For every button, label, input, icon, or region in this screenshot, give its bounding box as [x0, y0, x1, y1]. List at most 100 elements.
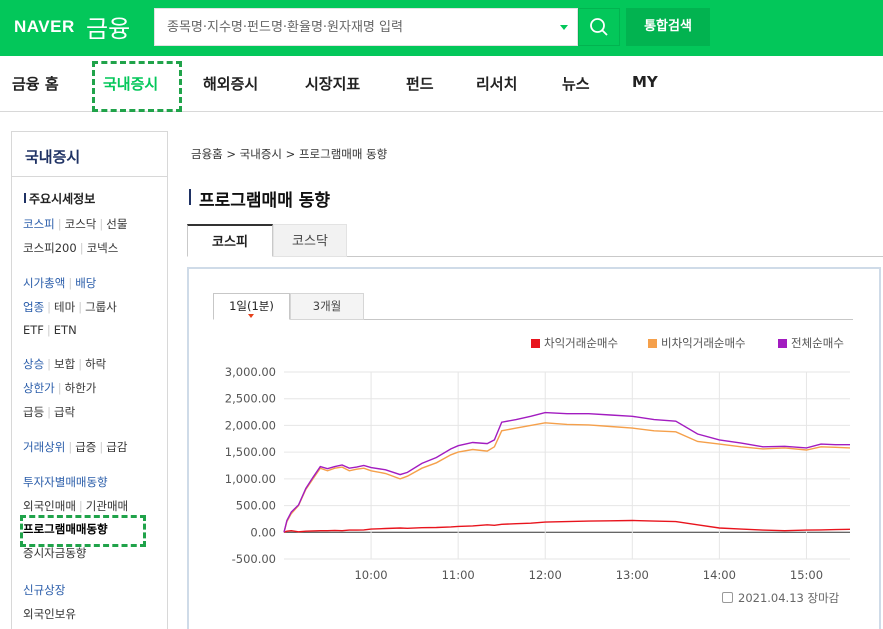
legend-swatch [778, 339, 787, 348]
sidebar-item-link[interactable]: ETF [23, 323, 44, 337]
sidebar-highlight-box [20, 515, 146, 547]
separator: | [47, 300, 52, 314]
sidebar-item-link[interactable]: 급증 [75, 440, 96, 454]
separator: | [99, 217, 104, 231]
naver-logo[interactable]: NAVER [14, 17, 75, 37]
sidebar-item-link[interactable]: 업종 [23, 300, 44, 314]
nav-overseas-stock[interactable]: 해외증시 [203, 73, 258, 94]
sidebar-item-link[interactable]: 선물 [106, 217, 127, 231]
sidebar-row: ETF | ETN [23, 323, 77, 337]
sidebar-item-link[interactable]: 시가총액 [23, 276, 65, 290]
y-tick-label: 1,000.00 [225, 472, 276, 486]
tab-kospi[interactable]: 코스피 [187, 224, 273, 257]
separator: | [78, 300, 83, 314]
sidebar-item-link[interactable]: 상승 [23, 357, 44, 371]
sidebar-row: 신규상장 [23, 582, 65, 598]
sidebar-item-link[interactable]: 신규상장 [23, 583, 65, 597]
legend-total: 전체순매수 [778, 335, 844, 351]
y-tick-label: 0.00 [250, 525, 276, 539]
sidebar-item-link[interactable]: 급등 [23, 405, 44, 419]
sidebar-row: 급등 | 급락 [23, 404, 75, 420]
sidebar-row: 거래상위 | 급증 | 급감 [23, 439, 127, 455]
sidebar-item-link[interactable]: 테마 [54, 300, 75, 314]
sidebar-row: 코스피 | 코스닥 | 선물 [23, 216, 127, 232]
sidebar-item-link[interactable]: 그룹사 [85, 300, 117, 314]
sidebar-item-link[interactable]: 하한가 [65, 381, 97, 395]
sidebar-item-link[interactable]: 코스닥 [65, 217, 97, 231]
separator: | [79, 241, 84, 255]
nav-finance-home[interactable]: 금융 홈 [12, 73, 59, 94]
legend-arbitrage: 차익거래순매수 [531, 335, 618, 351]
search-button[interactable] [578, 8, 620, 46]
sidebar-item-link[interactable]: 배당 [75, 276, 96, 290]
nav-my[interactable]: MY [632, 73, 658, 91]
separator: | [78, 499, 83, 513]
y-tick-label: 2,000.00 [225, 418, 276, 432]
clock-icon [722, 592, 733, 603]
sidebar-item-link[interactable]: 기관매매 [86, 499, 128, 513]
separator: | [47, 405, 52, 419]
legend-label: 전체순매수 [791, 336, 844, 350]
sidebar-item-link[interactable]: 외국인보유 [23, 607, 76, 621]
integrated-search-button[interactable]: 통합검색 [626, 8, 710, 46]
tab-period-3month[interactable]: 3개월 [290, 293, 364, 320]
x-tick-label: 13:00 [616, 568, 649, 582]
separator: | [99, 440, 104, 454]
page-title: 프로그램매매 동향 [199, 191, 331, 211]
breadcrumb: 금융홈 > 국내증시 > 프로그램매매 동향 [191, 147, 388, 161]
sidebar-row: 외국인매매 | 기관매매 [23, 498, 128, 514]
sidebar-item-link[interactable]: 증시자금동향 [23, 546, 86, 560]
sidebar-item-link[interactable]: 급락 [54, 405, 75, 419]
finance-logo[interactable]: 금융 [86, 9, 130, 44]
legend-label: 차익거래순매수 [544, 336, 619, 350]
y-tick-label: 3,000.00 [225, 365, 276, 379]
timestamp-text: 2021.04.13 장마감 [738, 591, 840, 605]
tab-kosdaq[interactable]: 코스닥 [273, 224, 347, 257]
nav-news[interactable]: 뉴스 [562, 73, 590, 94]
sidebar-item-link[interactable]: 상한가 [23, 381, 55, 395]
sidebar-row: 상한가 | 하한가 [23, 380, 96, 396]
sidebar-item-link[interactable]: 보합 [54, 357, 75, 371]
legend-swatch [531, 339, 540, 348]
nav-market-index[interactable]: 시장지표 [305, 73, 360, 94]
update-timestamp: 2021.04.13 장마감 [722, 590, 839, 606]
x-tick-label: 12:00 [529, 568, 562, 582]
sidebar-item-link[interactable]: 코스피200 [23, 241, 77, 255]
sidebar-item-link[interactable]: 외국인매매 [23, 499, 76, 513]
separator: | [57, 381, 62, 395]
x-tick-label: 15:00 [790, 568, 823, 582]
sidebar-row: 투자자별매매동향 [23, 474, 108, 490]
y-tick-label: 500.00 [236, 499, 276, 513]
sidebar-item-link[interactable]: 코넥스 [87, 241, 119, 255]
sidebar-item-link[interactable]: 투자자별매매동향 [23, 475, 108, 489]
chevron-down-icon[interactable] [560, 25, 568, 30]
sidebar-item-link[interactable]: 급감 [106, 440, 127, 454]
legend-non-arbitrage: 비차익거래순매수 [648, 335, 746, 351]
y-tick-label: 2,500.00 [225, 392, 276, 406]
sidebar-row: 코스피200 | 코넥스 [23, 240, 118, 256]
y-tick-label: -500.00 [232, 552, 276, 566]
search-input[interactable] [155, 9, 550, 45]
sidebar-item-link[interactable]: ETN [54, 323, 77, 337]
nav-fund[interactable]: 펀드 [406, 73, 434, 94]
separator: | [46, 323, 51, 337]
sidebar-item-link[interactable]: 하락 [85, 357, 106, 371]
sidebar-item-link[interactable]: 거래상위 [23, 440, 65, 454]
x-tick-label: 14:00 [703, 568, 736, 582]
header: NAVER 금융 통합검색 [0, 0, 883, 56]
nav-research[interactable]: 리서치 [476, 73, 517, 94]
legend-label: 비차익거래순매수 [661, 336, 746, 350]
series-line-arbitrage [283, 519, 851, 533]
sidebar-title: 국내증시 [25, 148, 81, 166]
sidebar-item-link[interactable]: 코스피 [23, 217, 55, 231]
title-marker [189, 189, 191, 205]
sidebar-row: 시가총액 | 배당 [23, 275, 96, 291]
sidebar-row: 외국인보유 [23, 606, 76, 622]
separator: | [47, 357, 52, 371]
x-tick-label: 10:00 [354, 568, 387, 582]
separator: | [68, 440, 73, 454]
sidebar-row: 업종 | 테마 | 그룹사 [23, 299, 117, 315]
sidebar-row: 증시자금동향 [23, 545, 86, 561]
nav-highlight-box [92, 61, 182, 112]
y-tick-label: 1,500.00 [225, 445, 276, 459]
